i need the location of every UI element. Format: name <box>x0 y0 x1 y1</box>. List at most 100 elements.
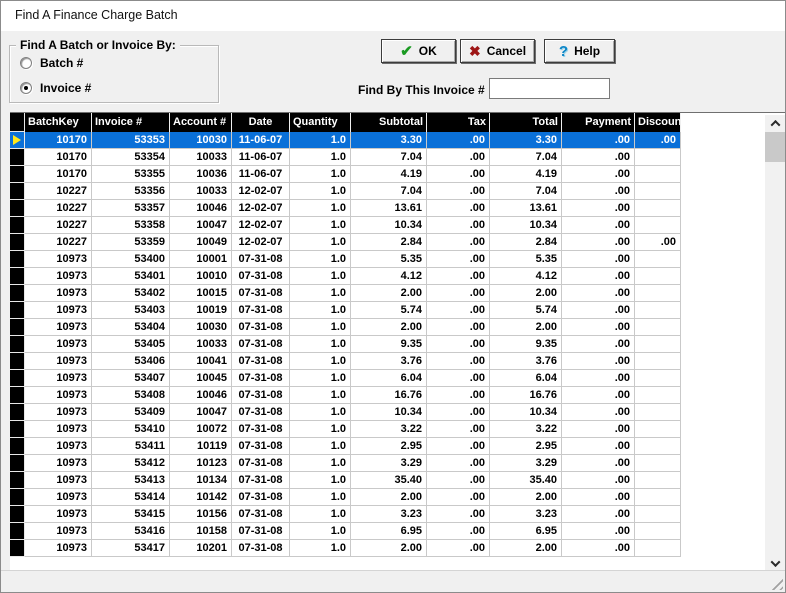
grid-cell[interactable]: .00 <box>562 387 635 404</box>
grid-cell[interactable]: 3.76 <box>351 353 427 370</box>
grid-cell[interactable]: 1.0 <box>290 523 351 540</box>
grid-cell[interactable] <box>635 489 681 506</box>
grid-cell[interactable]: 1.0 <box>290 132 351 149</box>
grid-cell[interactable]: 3.29 <box>351 455 427 472</box>
grid-cell[interactable]: 1.0 <box>290 217 351 234</box>
grid-cell[interactable]: 6.95 <box>490 523 562 540</box>
table-row[interactable]: 10227533591004912-02-071.02.84.002.84.00… <box>10 234 681 251</box>
grid-cell[interactable] <box>635 285 681 302</box>
grid-cell[interactable]: 3.30 <box>351 132 427 149</box>
table-row[interactable]: 10973534031001907-31-081.05.74.005.74.00 <box>10 302 681 319</box>
grid-cell[interactable]: 6.04 <box>490 370 562 387</box>
grid-cell[interactable]: 4.19 <box>490 166 562 183</box>
grid-cell[interactable]: 10036 <box>170 166 232 183</box>
grid-cell[interactable]: 07-31-08 <box>232 302 290 319</box>
grid-cell[interactable]: .00 <box>427 251 490 268</box>
grid-cell[interactable]: 53404 <box>92 319 170 336</box>
grid-cell[interactable]: 10973 <box>25 472 92 489</box>
grid-cell[interactable] <box>635 319 681 336</box>
table-row[interactable]: 10170533541003311-06-071.07.04.007.04.00 <box>10 149 681 166</box>
grid-cell[interactable]: .00 <box>427 540 490 557</box>
grid-cell[interactable]: .00 <box>427 200 490 217</box>
grid-cell[interactable]: .00 <box>427 336 490 353</box>
grid-cell[interactable]: 1.0 <box>290 285 351 302</box>
grid-cell[interactable]: 10142 <box>170 489 232 506</box>
row-indicator-cell[interactable] <box>10 540 25 557</box>
grid-cell[interactable]: 07-31-08 <box>232 404 290 421</box>
grid-cell[interactable]: 10973 <box>25 353 92 370</box>
grid-cell[interactable]: 11-06-07 <box>232 149 290 166</box>
row-indicator-cell[interactable] <box>10 268 25 285</box>
grid-cell[interactable] <box>635 200 681 217</box>
grid-cell[interactable]: .00 <box>562 149 635 166</box>
grid-cell[interactable]: 10.34 <box>490 217 562 234</box>
grid-cell[interactable]: 7.04 <box>490 149 562 166</box>
grid-cell[interactable]: 2.00 <box>351 319 427 336</box>
grid-cell[interactable]: 12-02-07 <box>232 200 290 217</box>
grid-cell[interactable]: .00 <box>427 166 490 183</box>
grid-cell[interactable]: .00 <box>427 353 490 370</box>
grid-cell[interactable]: 4.12 <box>351 268 427 285</box>
grid-cell[interactable]: 10973 <box>25 404 92 421</box>
grid-cell[interactable] <box>635 387 681 404</box>
grid-cell[interactable]: .00 <box>427 404 490 421</box>
grid-cell[interactable]: 10156 <box>170 506 232 523</box>
grid-cell[interactable]: .00 <box>562 472 635 489</box>
grid-cell[interactable]: 3.30 <box>490 132 562 149</box>
grid-cell[interactable]: 53408 <box>92 387 170 404</box>
help-button[interactable]: ? Help <box>544 39 615 63</box>
table-row[interactable]: 10170533531003011-06-071.03.30.003.30.00… <box>10 132 681 149</box>
grid-cell[interactable] <box>635 455 681 472</box>
grid-cell[interactable]: 07-31-08 <box>232 540 290 557</box>
grid-cell[interactable]: 10033 <box>170 336 232 353</box>
grid-cell[interactable] <box>635 353 681 370</box>
grid-cell[interactable]: 10019 <box>170 302 232 319</box>
grid-cell[interactable]: 07-31-08 <box>232 268 290 285</box>
grid-cell[interactable]: 5.35 <box>351 251 427 268</box>
table-row[interactable]: 10973534141014207-31-081.02.00.002.00.00 <box>10 489 681 506</box>
grid-cell[interactable]: .00 <box>427 285 490 302</box>
grid-cell[interactable]: 53407 <box>92 370 170 387</box>
grid-cell[interactable]: .00 <box>562 404 635 421</box>
grid-cell[interactable]: 3.22 <box>351 421 427 438</box>
grid-cell[interactable]: .00 <box>427 523 490 540</box>
grid-cell[interactable]: 10973 <box>25 489 92 506</box>
row-indicator-cell[interactable] <box>10 149 25 166</box>
grid-cell[interactable]: 1.0 <box>290 370 351 387</box>
table-row[interactable]: 10170533551003611-06-071.04.19.004.19.00 <box>10 166 681 183</box>
grid-cell[interactable]: 35.40 <box>490 472 562 489</box>
grid-cell[interactable]: 10033 <box>170 183 232 200</box>
row-indicator-cell[interactable] <box>10 132 25 149</box>
grid-cell[interactable]: 13.61 <box>351 200 427 217</box>
grid-cell[interactable]: .00 <box>427 370 490 387</box>
grid-cell[interactable] <box>635 183 681 200</box>
grid-cell[interactable]: 53412 <box>92 455 170 472</box>
row-indicator-cell[interactable] <box>10 166 25 183</box>
grid-cell[interactable]: 9.35 <box>351 336 427 353</box>
resize-grip[interactable] <box>769 576 783 590</box>
scrollbar-thumb[interactable] <box>765 132 785 162</box>
grid-cell[interactable]: 53409 <box>92 404 170 421</box>
row-indicator-cell[interactable] <box>10 183 25 200</box>
table-row[interactable]: 10973534111011907-31-081.02.95.002.95.00 <box>10 438 681 455</box>
row-indicator-cell[interactable] <box>10 489 25 506</box>
grid-cell[interactable]: 10047 <box>170 217 232 234</box>
grid-cell[interactable]: 10134 <box>170 472 232 489</box>
grid-cell[interactable]: 1.0 <box>290 540 351 557</box>
grid-cell[interactable] <box>635 251 681 268</box>
grid-cell[interactable]: 7.04 <box>351 149 427 166</box>
grid-cell[interactable]: .00 <box>562 302 635 319</box>
table-row[interactable]: 10973534051003307-31-081.09.35.009.35.00 <box>10 336 681 353</box>
grid-cell[interactable]: 07-31-08 <box>232 336 290 353</box>
grid-cell[interactable] <box>635 472 681 489</box>
row-indicator-cell[interactable] <box>10 387 25 404</box>
grid-cell[interactable]: 10227 <box>25 183 92 200</box>
grid-cell[interactable]: 10049 <box>170 234 232 251</box>
grid-cell[interactable] <box>635 404 681 421</box>
grid-cell[interactable]: 10047 <box>170 404 232 421</box>
table-row[interactable]: 10973534011001007-31-081.04.12.004.12.00 <box>10 268 681 285</box>
grid-cell[interactable]: 10973 <box>25 336 92 353</box>
grid-cell[interactable]: 2.00 <box>490 319 562 336</box>
grid-cell[interactable]: 07-31-08 <box>232 523 290 540</box>
grid-cell[interactable]: 07-31-08 <box>232 387 290 404</box>
